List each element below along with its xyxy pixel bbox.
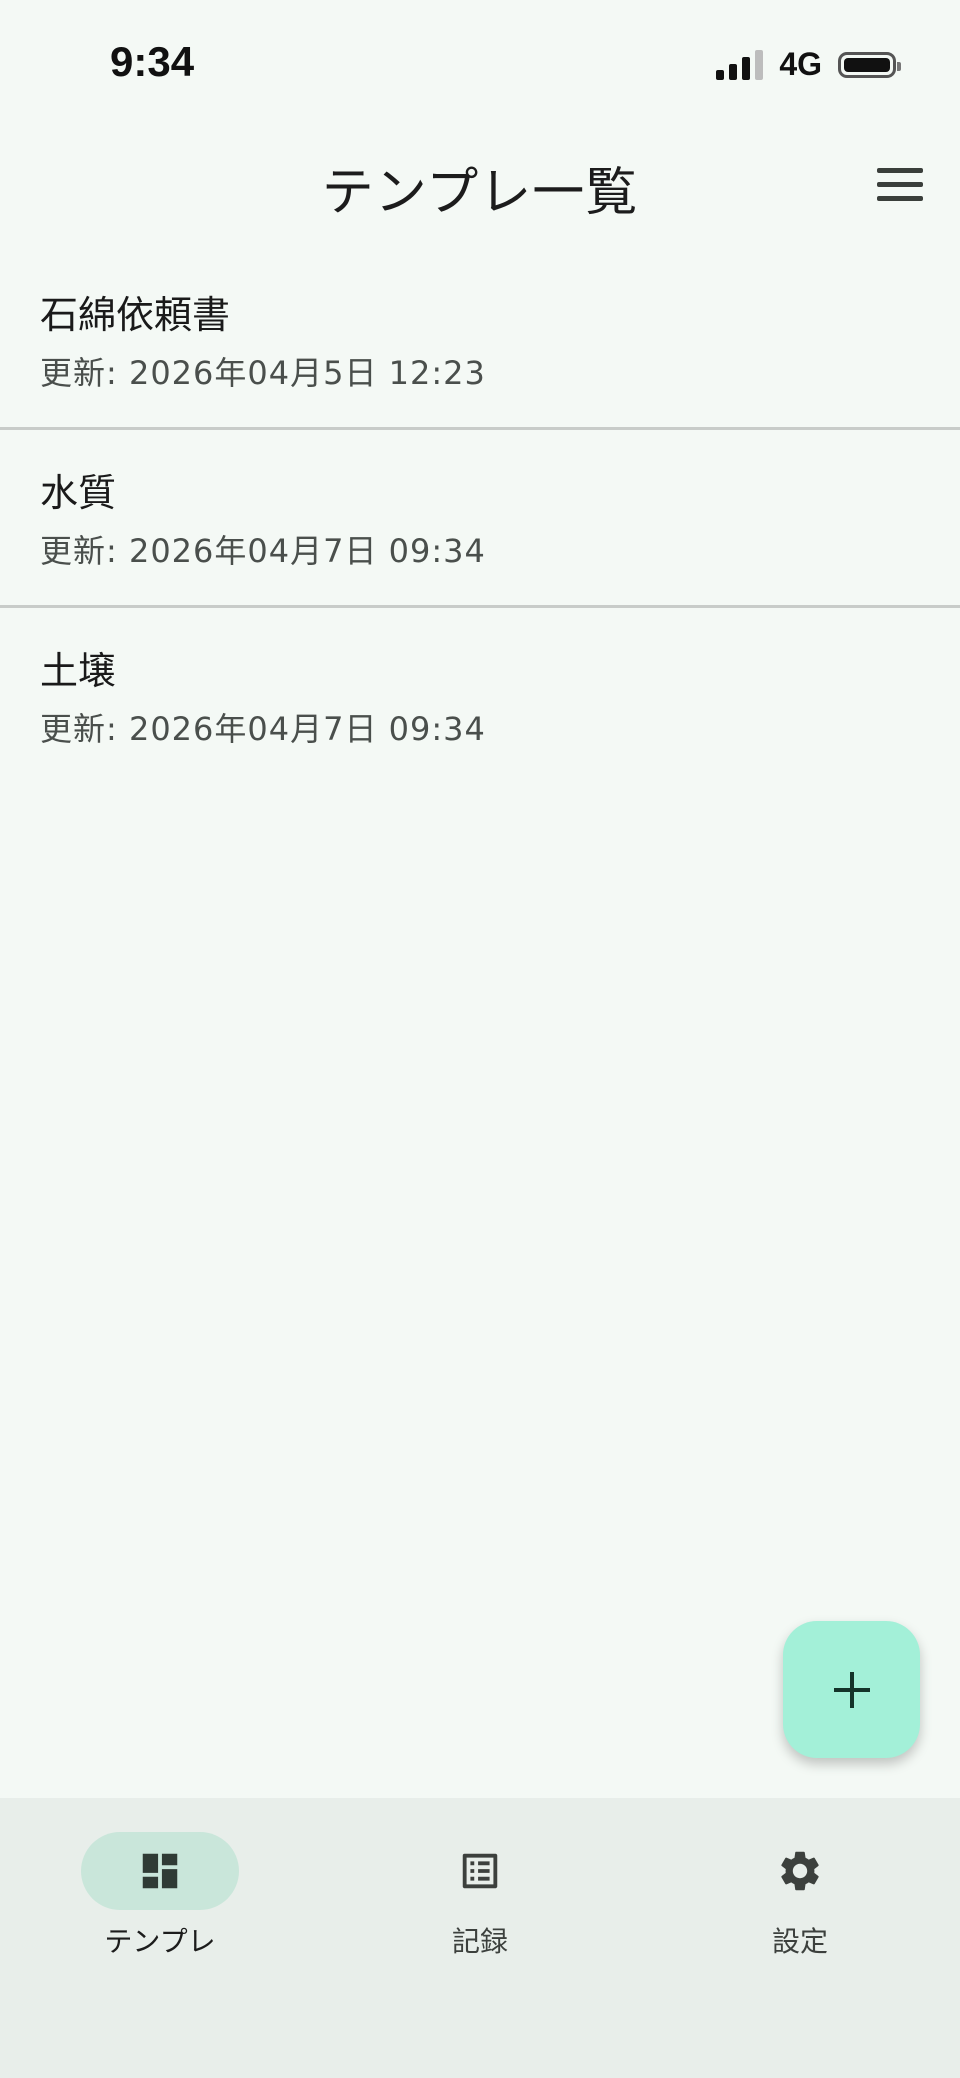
list-item[interactable]: 石綿依頼書 更新: 2026年04月5日 12:23 [0, 252, 960, 430]
dashboard-icon [81, 1832, 239, 1910]
signal-strength-icon [716, 49, 764, 80]
status-bar: 9:34 4G [0, 0, 960, 120]
status-indicators: 4G [716, 46, 901, 83]
template-list: 石綿依頼書 更新: 2026年04月5日 12:23 水質 更新: 2026年0… [0, 252, 960, 786]
add-template-button[interactable] [783, 1621, 920, 1758]
nav-item-settings[interactable]: 設定 [700, 1832, 900, 1960]
plus-icon [833, 1671, 870, 1708]
template-title: 土壌 [40, 649, 117, 693]
list-alt-icon [401, 1832, 559, 1910]
template-updated: 更新: 2026年04月7日 09:34 [40, 710, 486, 748]
page-title: テンプレ一覧 [321, 163, 639, 223]
nav-item-templates[interactable]: テンプレ [60, 1832, 260, 1960]
status-time: 9:34 [110, 38, 195, 85]
battery-icon [838, 51, 901, 78]
nav-item-records[interactable]: 記録 [380, 1832, 580, 1960]
hamburger-menu-icon[interactable] [872, 156, 928, 212]
nav-label: テンプレ [104, 1925, 216, 1958]
template-title: 石綿依頼書 [40, 293, 231, 337]
network-type: 4G [779, 46, 822, 82]
list-item[interactable]: 土壌 更新: 2026年04月7日 09:34 [0, 608, 960, 786]
bottom-navigation: テンプレ 記録 設定 [0, 1798, 960, 2078]
list-item[interactable]: 水質 更新: 2026年04月7日 09:34 [0, 430, 960, 608]
app-bar: テンプレ一覧 [0, 128, 960, 238]
template-updated: 更新: 2026年04月7日 09:34 [40, 532, 486, 570]
template-updated: 更新: 2026年04月5日 12:23 [40, 354, 486, 392]
nav-label: 記録 [451, 1925, 508, 1958]
gear-icon [721, 1832, 879, 1910]
template-title: 水質 [40, 471, 117, 515]
nav-label: 設定 [771, 1925, 828, 1958]
